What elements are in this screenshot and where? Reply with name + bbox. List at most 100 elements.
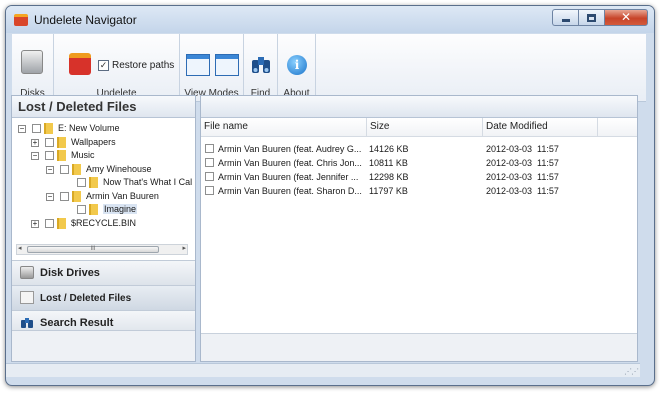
tree-node-label: Armin Van Buuren [86, 191, 159, 201]
tree-checkbox[interactable] [77, 205, 86, 215]
nav-label: Disk Drives [40, 267, 100, 279]
expand-icon[interactable]: + [31, 138, 39, 147]
folder-tree: − E: New Volume + Wallpapers − Music − Amy W… [12, 118, 195, 240]
file-list-header-bar [201, 96, 637, 118]
folder-icon [57, 150, 66, 162]
tree-node-armin[interactable]: − Armin Van Buuren [46, 190, 159, 203]
tree-node-now-thats[interactable]: Now That's What I Cal [77, 176, 192, 189]
row-checkbox[interactable] [205, 158, 214, 167]
size-cell: 12298 KB [369, 172, 409, 182]
row-checkbox[interactable] [205, 186, 214, 195]
nav-disk-drives[interactable]: Disk Drives [12, 260, 195, 285]
restore-paths-label[interactable]: Restore paths [112, 60, 174, 71]
left-panel: Lost / Deleted Files − E: New Volume + Wal… [11, 95, 196, 362]
minimize-button[interactable] [552, 9, 578, 26]
size-cell: 10811 KB [369, 158, 408, 168]
undelete-group: ✓ Restore paths Undelete [54, 34, 180, 102]
tree-node-volume[interactable]: − E: New Volume [18, 122, 120, 135]
column-size[interactable]: Size [367, 118, 483, 137]
file-name-cell: Armin Van Buuren (feat. Chris Jon... [218, 158, 362, 168]
column-file-name[interactable]: File name [201, 118, 367, 137]
date-cell: 2012-03-03 11:57 [486, 186, 559, 196]
folder-icon [72, 191, 81, 203]
folder-icon [57, 218, 66, 230]
nav-lost-deleted-files[interactable]: Lost / Deleted Files [12, 285, 195, 310]
window-controls: ✕ [552, 9, 648, 26]
tree-node-amy-winehouse[interactable]: − Amy Winehouse [46, 163, 152, 176]
nav-label: Lost / Deleted Files [40, 293, 132, 304]
ribbon-toolbar: Disks ✓ Restore paths Undelete View Mode… [12, 34, 646, 102]
size-cell: 11797 KB [369, 186, 408, 196]
resize-grip-icon[interactable]: ⋰⋰ [624, 367, 639, 376]
date-cell: 2012-03-03 11:57 [486, 158, 559, 168]
window-title: Undelete Navigator [34, 13, 137, 27]
title-bar[interactable]: Undelete Navigator ✕ [6, 6, 654, 33]
restore-paths-checkbox[interactable]: ✓ [98, 60, 109, 71]
table-row[interactable]: Armin Van Buuren (feat. Sharon D... 1179… [201, 184, 637, 198]
collapse-icon[interactable]: − [46, 192, 54, 201]
left-panel-title: Lost / Deleted Files [12, 96, 195, 118]
binoculars-icon [21, 318, 33, 328]
size-cell: 14126 KB [369, 144, 409, 154]
row-checkbox[interactable] [205, 172, 214, 181]
tree-node-label: E: New Volume [58, 123, 120, 133]
folder-icon [72, 164, 81, 176]
collapse-icon[interactable]: − [31, 151, 39, 160]
folder-icon [89, 177, 98, 189]
maximize-button[interactable] [578, 9, 604, 26]
tree-node-label: Now That's What I Cal [103, 177, 193, 187]
view-modes-group: View Modes [180, 34, 244, 102]
deleted-files-icon [20, 291, 34, 304]
date-cell: 2012-03-03 11:57 [486, 172, 559, 182]
scroll-right-icon[interactable]: ▸ [182, 244, 186, 252]
thumbnail-view-icon[interactable] [215, 54, 239, 76]
tree-node-recycle-bin[interactable]: + $RECYCLE.BIN [31, 217, 136, 230]
file-list-panel: File name Size Date Modified Armin Van B… [200, 95, 638, 362]
tree-node-label: Amy Winehouse [86, 164, 152, 174]
folder-icon [57, 137, 66, 149]
about-group[interactable]: i About [278, 34, 316, 102]
tree-checkbox[interactable] [45, 138, 54, 148]
tree-node-label: $RECYCLE.BIN [71, 218, 137, 228]
tree-node-imagine[interactable]: Imagine [77, 203, 138, 216]
file-rows: Armin Van Buuren (feat. Audrey G... 1412… [201, 142, 637, 198]
collapse-icon[interactable]: − [46, 165, 54, 174]
tree-checkbox[interactable] [77, 178, 86, 188]
maximize-icon [587, 14, 596, 22]
disks-group[interactable]: Disks [12, 34, 54, 102]
disk-drive-icon [21, 50, 43, 74]
scroll-left-icon[interactable]: ◂ [18, 244, 22, 252]
column-date-modified[interactable]: Date Modified [483, 118, 598, 137]
table-row[interactable]: Armin Van Buuren (feat. Chris Jon... 108… [201, 156, 637, 170]
column-headers: File name Size Date Modified [201, 118, 637, 137]
undelete-icon[interactable] [69, 53, 91, 75]
tree-checkbox[interactable] [60, 192, 69, 202]
find-group[interactable]: Find [244, 34, 278, 102]
close-button[interactable]: ✕ [604, 9, 648, 26]
tree-node-label: Imagine [103, 204, 138, 214]
tree-checkbox[interactable] [60, 165, 69, 175]
scroll-thumb[interactable]: III [27, 246, 159, 253]
tree-checkbox[interactable] [32, 124, 41, 134]
table-row[interactable]: Armin Van Buuren (feat. Audrey G... 1412… [201, 142, 637, 156]
tree-node-music[interactable]: − Music [31, 149, 95, 162]
file-name-cell: Armin Van Buuren (feat. Jennifer ... [218, 172, 359, 182]
table-row[interactable]: Armin Van Buuren (feat. Jennifer ... 122… [201, 170, 637, 184]
collapse-icon[interactable]: − [18, 124, 26, 133]
nav-label: Search Result [40, 317, 114, 329]
app-icon [14, 14, 28, 26]
info-icon: i [287, 55, 307, 75]
row-checkbox[interactable] [205, 144, 214, 153]
tree-checkbox[interactable] [45, 151, 54, 161]
status-bar: ⋰⋰ [6, 363, 640, 377]
close-icon: ✕ [620, 10, 632, 24]
minimize-icon [562, 19, 570, 22]
expand-icon[interactable]: + [31, 219, 39, 228]
tree-node-label: Music [71, 150, 95, 160]
tree-node-wallpapers[interactable]: + Wallpapers [31, 136, 116, 149]
file-name-cell: Armin Van Buuren (feat. Sharon D... [218, 186, 362, 196]
details-view-icon[interactable] [186, 54, 210, 76]
drive-icon [44, 123, 53, 135]
tree-checkbox[interactable] [45, 219, 54, 229]
tree-horizontal-scrollbar[interactable]: ◂ III ▸ [16, 244, 188, 255]
